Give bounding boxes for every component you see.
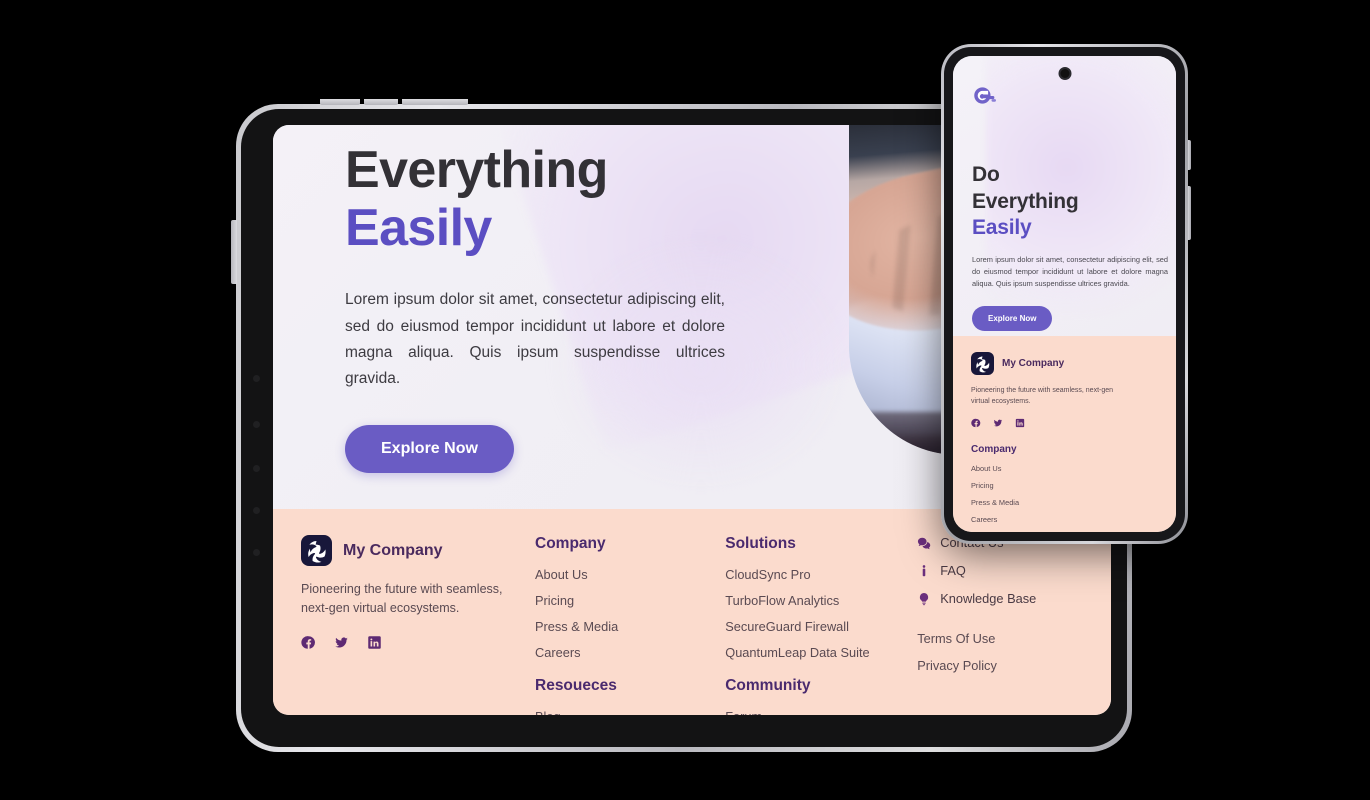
phone-explore-now-button[interactable]: Explore Now <box>972 305 1053 331</box>
phone-footer-link-press-media[interactable]: Press & Media <box>971 498 1158 507</box>
bezel-sensor-dot <box>253 507 260 514</box>
phone-hero-heading: Do Everything Easily <box>972 162 1160 242</box>
footer-link-quantumleap-data-suite[interactable]: QuantumLeap Data Suite <box>725 645 917 660</box>
tablet-top-button-2[interactable] <box>364 99 398 105</box>
mockup-stage: Everything Easily Lorem ipsum dolor sit … <box>0 0 1370 800</box>
phone-screen: Do Everything Easily Lorem ipsum dolor s… <box>953 56 1176 532</box>
phone-footer-social-links <box>971 418 1158 428</box>
bezel-sensor-dot <box>253 465 260 472</box>
footer-brand-description: Pioneering the future with seamless, nex… <box>301 582 503 616</box>
bezel-sensor-dot <box>253 421 260 428</box>
lightbulb-icon <box>920 592 929 605</box>
footer-heading-resources: Resoueces <box>535 677 617 694</box>
phone-footer-link-pricing[interactable]: Pricing <box>971 481 1158 490</box>
phone-footer-brand-name: My Company <box>1002 358 1065 369</box>
phone-device-frame: Do Everything Easily Lorem ipsum dolor s… <box>941 44 1191 544</box>
footer-link-press-media[interactable]: Press & Media <box>535 619 725 634</box>
chat-bubble-icon <box>918 537 931 549</box>
phone-footer-brand-row: My Company <box>971 352 1158 375</box>
footer-link-label: Knowledge Base <box>940 591 1037 606</box>
footer-link-label: FAQ <box>940 563 966 578</box>
footer-link-turboflow-analytics[interactable]: TurboFlow Analytics <box>725 593 917 608</box>
linkedin-icon[interactable] <box>367 635 382 650</box>
phone-footer-brand-description: Pioneering the future with seamless, nex… <box>971 387 1114 406</box>
phone-footer-link-careers[interactable]: Careers <box>971 515 1158 524</box>
footer-legal-links: Terms Of Use Privacy Policy <box>917 631 1083 673</box>
hero-heading: Everything Easily <box>345 141 745 257</box>
footer-link-pricing[interactable]: Pricing <box>535 593 725 608</box>
twitter-icon[interactable] <box>993 418 1003 428</box>
tablet-top-button-3[interactable] <box>402 99 468 105</box>
phone-hero-text-block: Do Everything Easily Lorem ipsum dolor s… <box>972 162 1168 331</box>
footer-link-privacy-policy[interactable]: Privacy Policy <box>917 658 1083 673</box>
footer-heading-company: Company <box>535 535 606 552</box>
footer-link-careers[interactable]: Careers <box>535 645 725 660</box>
phone-footer-heading-company: Company <box>971 444 1017 456</box>
footer-link-faq[interactable]: FAQ <box>917 563 1083 578</box>
phone-footer-link-about-us[interactable]: About Us <box>971 464 1158 473</box>
phone-hero-heading-line2: Everything <box>972 189 1079 213</box>
phone-hero-heading-line3: Easily <box>972 216 1032 240</box>
footer-link-cloudsync-pro[interactable]: CloudSync Pro <box>725 567 917 582</box>
footer-company-column: Company About Us Pricing Press & Media C… <box>535 535 725 715</box>
footer-link-forum[interactable]: Forum <box>725 709 917 715</box>
explore-now-button[interactable]: Explore Now <box>345 424 514 473</box>
footer-social-links <box>301 635 513 650</box>
hero-heading-line2: Easily <box>345 199 492 258</box>
hero-text-block: Everything Easily Lorem ipsum dolor sit … <box>345 141 745 473</box>
footer-link-secureguard-firewall[interactable]: SecureGuard Firewall <box>725 619 917 634</box>
linkedin-icon[interactable] <box>1015 418 1025 428</box>
phone-side-button-1[interactable] <box>1188 140 1191 170</box>
footer-link-about-us[interactable]: About Us <box>535 567 725 582</box>
bezel-sensor-dot <box>253 375 260 382</box>
e-mark-logo-icon[interactable] <box>972 86 998 108</box>
swirl-logo-icon <box>971 352 994 375</box>
footer-heading-community: Community <box>725 677 811 694</box>
tablet-side-button[interactable] <box>231 220 237 284</box>
info-icon <box>922 564 926 576</box>
footer-support-column: Contact Us FAQ Knowledge Base Terms Of U… <box>917 535 1083 715</box>
phone-side-button-2[interactable] <box>1188 186 1191 240</box>
phone-hero-paragraph: Lorem ipsum dolor sit amet, consectetur … <box>972 254 1168 289</box>
phone-hero-heading-line1: Do <box>972 163 1000 186</box>
hero-paragraph: Lorem ipsum dolor sit amet, consectetur … <box>345 291 725 387</box>
facebook-icon[interactable] <box>971 418 981 428</box>
tablet-top-button-1[interactable] <box>320 99 360 105</box>
facebook-icon[interactable] <box>301 635 316 650</box>
footer-link-blog[interactable]: Blog <box>535 709 725 715</box>
footer-link-knowledge-base[interactable]: Knowledge Base <box>917 591 1083 606</box>
footer-heading-solutions: Solutions <box>725 535 796 552</box>
front-camera-icon <box>1058 67 1071 80</box>
swirl-logo-icon <box>301 535 332 566</box>
footer-brand-column: My Company Pioneering the future with se… <box>301 535 535 715</box>
footer-brand-row: My Company <box>301 535 513 566</box>
footer-solutions-column: Solutions CloudSync Pro TurboFlow Analyt… <box>725 535 917 715</box>
hero-heading-line1: Everything <box>345 141 608 199</box>
phone-footer: My Company Pioneering the future with se… <box>953 336 1176 532</box>
twitter-icon[interactable] <box>334 635 349 650</box>
bezel-sensor-dot <box>253 549 260 556</box>
footer-link-terms-of-use[interactable]: Terms Of Use <box>917 631 1083 646</box>
phone-hero-section: Do Everything Easily Lorem ipsum dolor s… <box>953 56 1176 336</box>
footer-brand-name: My Company <box>343 541 443 559</box>
phone-bezel: Do Everything Easily Lorem ipsum dolor s… <box>944 47 1185 541</box>
